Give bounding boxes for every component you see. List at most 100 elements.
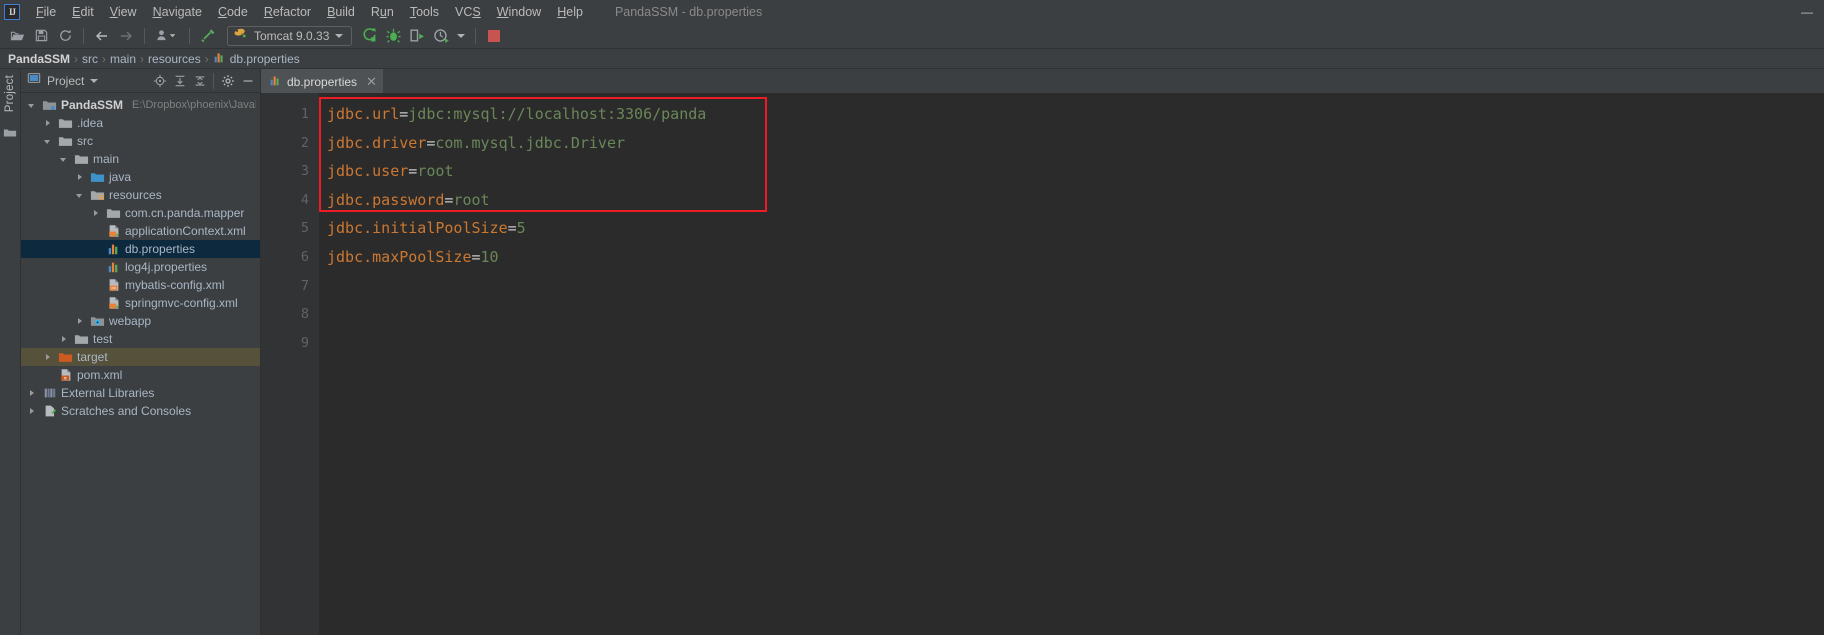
- folder-icon: [58, 116, 73, 131]
- chevron-right-icon[interactable]: [59, 334, 70, 345]
- menu-item-code[interactable]: Code: [210, 3, 256, 21]
- profiler-dropdown-icon[interactable]: [454, 25, 468, 47]
- tree-node-src[interactable]: src: [21, 132, 260, 150]
- menu-item-file[interactable]: File: [28, 3, 64, 21]
- chevron-down-icon[interactable]: [43, 136, 54, 147]
- code-line[interactable]: jdbc.url=jdbc:mysql://localhost:3306/pan…: [327, 100, 1824, 129]
- structure-folder-icon[interactable]: [3, 126, 17, 145]
- breadcrumb-label: PandaSSM: [8, 51, 71, 66]
- open-folder-icon[interactable]: [6, 25, 28, 47]
- menu-item-tools[interactable]: Tools: [402, 3, 447, 21]
- code-editor[interactable]: 123456789 jdbc.url=jdbc:mysql://localhos…: [261, 93, 1824, 635]
- chevron-down-icon[interactable]: [335, 33, 344, 38]
- tree-node-main[interactable]: main: [21, 150, 260, 168]
- run-icon[interactable]: [358, 25, 380, 47]
- chevron-down-icon[interactable]: [75, 190, 86, 201]
- close-icon[interactable]: ✕: [366, 74, 377, 90]
- tree-node-target[interactable]: target: [21, 348, 260, 366]
- tree-node-mybatis-config-xml[interactable]: <> mybatis-config.xml: [21, 276, 260, 294]
- tree-node-label: applicationContext.xml: [125, 224, 246, 238]
- code-line[interactable]: jdbc.user=root: [327, 157, 1824, 186]
- sync-refresh-icon[interactable]: [54, 25, 76, 47]
- tree-node-resources[interactable]: resources: [21, 186, 260, 204]
- collapse-all-icon[interactable]: [191, 72, 208, 89]
- tree-node-label: target: [77, 350, 108, 364]
- breadcrumb-separator: ›: [102, 51, 107, 66]
- property-equals: =: [471, 247, 481, 266]
- tree-node--idea[interactable]: .idea: [21, 114, 260, 132]
- intellij-logo-icon: IJ: [4, 3, 20, 20]
- xml-file-icon: <>: [106, 278, 121, 293]
- editor-tab-db-properties[interactable]: db.properties ✕: [261, 69, 383, 93]
- locate-target-icon[interactable]: [151, 72, 168, 89]
- code-line[interactable]: jdbc.initialPoolSize=5: [327, 214, 1824, 243]
- tree-node-java[interactable]: java: [21, 168, 260, 186]
- chevron-right-icon[interactable]: [43, 352, 54, 363]
- chevron-right-icon[interactable]: [27, 388, 38, 399]
- menu-item-window[interactable]: Window: [489, 3, 549, 21]
- project-module-icon: [42, 98, 57, 113]
- tree-node-scratches-and-consoles[interactable]: Scratches and Consoles: [21, 402, 260, 420]
- tree-node-label: java: [109, 170, 132, 184]
- breadcrumb-item-PandaSSM[interactable]: PandaSSM: [8, 52, 70, 66]
- expand-all-icon[interactable]: [171, 72, 188, 89]
- tree-node-pandassm[interactable]: PandaSSM E:\Dropbox\phoenix\JavaPro: [21, 96, 260, 114]
- line-number: 6: [300, 248, 309, 265]
- chevron-right-icon[interactable]: [27, 406, 38, 417]
- profiler-icon[interactable]: [430, 25, 452, 47]
- chevron-right-icon[interactable]: [75, 172, 86, 183]
- libraries-icon: [42, 386, 57, 401]
- back-arrow-icon[interactable]: [91, 25, 113, 47]
- tree-node-label: PandaSSM: [61, 98, 124, 112]
- debug-icon[interactable]: [382, 25, 404, 47]
- chevron-right-icon[interactable]: [75, 316, 86, 327]
- menu-item-view[interactable]: View: [102, 3, 145, 21]
- run-configuration-selector[interactable]: Tomcat 9.0.33: [227, 25, 353, 46]
- menu-item-help[interactable]: Help: [549, 3, 591, 21]
- tree-node-webapp[interactable]: webapp: [21, 312, 260, 330]
- breadcrumb-item-db-properties[interactable]: db.properties: [213, 51, 300, 67]
- menu-item-refactor[interactable]: Refactor: [256, 3, 319, 21]
- svg-text:<>: <>: [111, 286, 117, 291]
- settings-gear-icon[interactable]: [219, 72, 236, 89]
- breadcrumb-item-src[interactable]: src: [82, 52, 98, 66]
- tree-node-test[interactable]: test: [21, 330, 260, 348]
- code-line[interactable]: jdbc.maxPoolSize=10: [327, 243, 1824, 272]
- chevron-down-icon[interactable]: [27, 100, 38, 111]
- save-all-icon[interactable]: [30, 25, 52, 47]
- tree-node-pom-xml[interactable]: m pom.xml: [21, 366, 260, 384]
- menu-item-vcs[interactable]: VCS: [447, 3, 489, 21]
- run-with-coverage-icon[interactable]: [406, 25, 428, 47]
- tree-node-db-properties[interactable]: db.properties: [21, 240, 260, 258]
- tree-node-com-cn-panda-mapper[interactable]: com.cn.panda.mapper: [21, 204, 260, 222]
- code-line[interactable]: jdbc.password=root: [327, 186, 1824, 215]
- stop-icon[interactable]: [483, 25, 505, 47]
- property-value: jdbc:mysql://localhost:3306/panda: [408, 105, 707, 123]
- menu-item-navigate[interactable]: Navigate: [145, 3, 210, 21]
- build-hammer-icon[interactable]: [197, 25, 219, 47]
- project-panel-chevron-down-icon[interactable]: [90, 78, 99, 83]
- tree-node-applicationcontext-xml[interactable]: applicationContext.xml: [21, 222, 260, 240]
- tree-node-log4j-properties[interactable]: log4j.properties: [21, 258, 260, 276]
- project-tool-window-button[interactable]: Project: [4, 75, 16, 112]
- project-panel: Project PandaSSM E:\Dropbox\phoenix\Java…: [21, 69, 261, 635]
- menu-item-edit[interactable]: Edit: [64, 3, 102, 21]
- breadcrumb-item-main[interactable]: main: [110, 52, 136, 66]
- tree-node-external-libraries[interactable]: External Libraries: [21, 384, 260, 402]
- minimize-button[interactable]: —: [1790, 0, 1824, 23]
- chevron-right-icon[interactable]: [43, 118, 54, 129]
- code-content[interactable]: jdbc.url=jdbc:mysql://localhost:3306/pan…: [319, 93, 1824, 635]
- profile-dropdown-icon[interactable]: [152, 25, 182, 47]
- code-line[interactable]: jdbc.driver=com.mysql.jdbc.Driver: [327, 129, 1824, 158]
- tree-node-springmvc-config-xml[interactable]: springmvc-config.xml: [21, 294, 260, 312]
- chevron-down-icon[interactable]: [59, 154, 70, 165]
- menu-item-run[interactable]: Run: [363, 3, 402, 21]
- menu-item-build[interactable]: Build: [319, 3, 363, 21]
- hide-panel-icon[interactable]: [239, 72, 256, 89]
- chevron-right-icon[interactable]: [91, 208, 102, 219]
- property-key: jdbc.driver: [327, 133, 427, 152]
- properties-file-icon: [213, 51, 226, 67]
- breadcrumb-item-resources[interactable]: resources: [148, 52, 201, 66]
- forward-arrow-icon[interactable]: [115, 25, 137, 47]
